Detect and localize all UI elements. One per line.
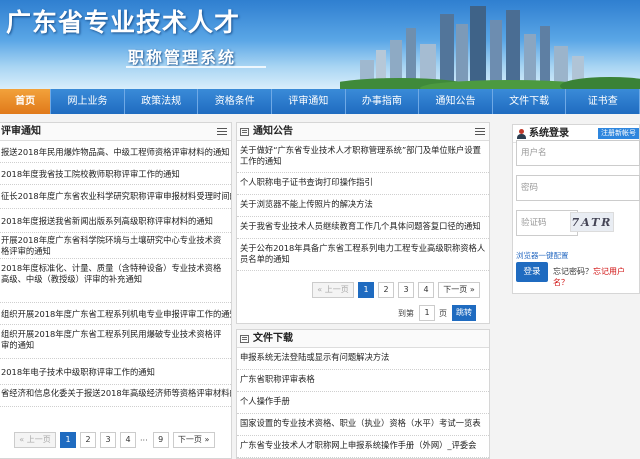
review-notice-title: 评审通知 (1, 126, 41, 137)
list-item[interactable]: 关于公布2018年具备广东省工程系列电力工程专业高级职称资格人员名单的通知 (237, 239, 489, 271)
forgot-links: 忘记密码？忘记用户名？ (553, 266, 640, 288)
list-item[interactable]: 省经济和信息化委关于报送2018年高级经济师等资格评审材料的 (0, 385, 231, 407)
pager-next-button[interactable]: 下一页 » (172, 432, 215, 448)
password-field[interactable]: 密码 (516, 175, 640, 201)
list-item[interactable]: 2018年电子技术中级职称评审工作的通知 (0, 359, 231, 385)
announcements-goto: 到第 1 页 跳转 (398, 305, 480, 321)
pager-page-button[interactable]: 1 (358, 282, 374, 298)
pager-page-button[interactable]: 9 (152, 432, 169, 448)
nav-qualifications[interactable]: 资格条件 (198, 89, 273, 114)
list-item[interactable]: 报送2018年民用爆炸物品高、中级工程师资格评审材料的通知 (0, 141, 231, 163)
site-banner: 广东省专业技术人才 职称管理系统 (0, 0, 640, 89)
pager-prev-button[interactable]: « 上一页 (312, 282, 354, 298)
list-item[interactable]: 关于我省专业技术人员继续教育工作几个具体问题答复口径的通知 (237, 217, 489, 239)
main-nav: 首页 网上业务 政策法规 资格条件 评审通知 办事指南 通知公告 文件下载 证书… (0, 89, 640, 114)
list-item[interactable]: 2018年度标准化、计量、质量（含特种设备）专业技术资格高级、中级（教授级）评审… (0, 259, 231, 303)
pager-page-button[interactable]: 1 (60, 432, 76, 448)
login-button[interactable]: 登录 (516, 262, 548, 282)
nav-online-business[interactable]: 网上业务 (51, 89, 125, 114)
review-notice-panel: 评审通知 报送2018年民用爆炸物品高、中级工程师资格评审材料的通知 2018年… (0, 122, 232, 459)
list-item[interactable]: 组织开展2018年度广东省工程系列民用爆破专业技术资格评审的通知 (0, 325, 231, 359)
list-item[interactable]: 广东省专业技术人才职称网上申报系统操作手册（外网）_评委会 (237, 436, 489, 458)
announcements-pager: « 上一页 1 2 3 4 下一页 » (312, 282, 484, 298)
list-item[interactable]: 个人职称电子证书查询打印操作指引 (237, 173, 489, 195)
list-item[interactable]: 开展2018年度广东省科学院环境与土壤研究中心专业技术资格评审的通知 (0, 233, 231, 259)
register-button[interactable]: 注册新帐号 (598, 128, 639, 139)
forgot-password-link[interactable]: 忘记密码？ (553, 267, 593, 276)
site-title: 广东省专业技术人才 (6, 8, 241, 37)
review-notice-header: 评审通知 (0, 123, 231, 141)
goto-label: 到第 (398, 308, 414, 318)
list-item[interactable]: 申报系统无法登陆或显示有问题解决方法 (237, 348, 489, 370)
captcha-field[interactable]: 验证码 (516, 210, 578, 236)
pager-ellipsis: ··· (140, 435, 148, 445)
user-icon (517, 129, 526, 139)
browser-config-link[interactable]: 浏览器一键配置 (516, 250, 569, 261)
nav-home[interactable]: 首页 (0, 89, 52, 114)
downloads-header: 文件下载 (237, 330, 489, 348)
username-field[interactable]: 用户名 (516, 140, 640, 166)
nav-review-notice[interactable]: 评审通知 (272, 89, 346, 114)
pager-page-button[interactable]: 2 (378, 282, 394, 298)
nav-certificate[interactable]: 证书查 (566, 89, 640, 114)
system-subtitle: 职称管理系统 (128, 48, 237, 67)
nav-policies[interactable]: 政策法规 (125, 89, 199, 114)
list-item[interactable]: 个人操作手册 (237, 392, 489, 414)
nav-announcements[interactable]: 通知公告 (419, 89, 493, 114)
announcements-header: 通知公告 (237, 123, 489, 141)
subtitle-underline (126, 66, 266, 68)
announcements-title: 通知公告 (253, 126, 293, 137)
document-icon (240, 335, 249, 343)
list-item[interactable]: 征长2018年度广东省农业科学研究职称评审申报材料受理时间的 (0, 185, 231, 209)
list-item[interactable]: 广东省职称评审表格 (237, 370, 489, 392)
pager-prev-button[interactable]: « 上一页 (14, 432, 56, 448)
nav-guide[interactable]: 办事指南 (346, 89, 420, 114)
pager-next-button[interactable]: 下一页 » (438, 282, 480, 298)
notice-icon (240, 128, 249, 136)
list-item[interactable]: 2018年度报送我省新闻出版系列高级职称评审材料的通知 (0, 209, 231, 233)
more-list-icon[interactable] (475, 128, 485, 136)
list-item[interactable]: 国家设置的专业技术资格、职业（执业）资格（水平）考试一览表 (237, 414, 489, 436)
city-skyline-graphic (340, 6, 640, 89)
downloads-title: 文件下载 (253, 333, 293, 344)
jump-button[interactable]: 跳转 (452, 305, 476, 321)
list-item[interactable]: 关于浏览器不能上传照片的解决方法 (237, 195, 489, 217)
more-list-icon[interactable] (217, 128, 227, 136)
downloads-panel: 文件下载 申报系统无法登陆或显示有问题解决方法 广东省职称评审表格 个人操作手册… (236, 329, 490, 459)
pager-page-button[interactable]: 3 (100, 432, 116, 448)
nav-downloads[interactable]: 文件下载 (493, 89, 567, 114)
goto-page-input[interactable]: 1 (419, 305, 435, 321)
pager-page-button[interactable]: 3 (398, 282, 414, 298)
pager-page-button[interactable]: 4 (418, 282, 434, 298)
captcha-image[interactable]: 7ATR (570, 212, 614, 232)
review-pager: « 上一页 1 2 3 4 ··· 9 下一页 » (14, 432, 219, 448)
pager-page-button[interactable]: 2 (80, 432, 96, 448)
page-unit-label: 页 (439, 308, 447, 318)
list-item[interactable]: 组织开展2018年度广东省工程系列机电专业申报评审工作的通知 (0, 303, 231, 325)
pager-page-button[interactable]: 4 (120, 432, 136, 448)
list-item[interactable]: 关于做好“广东省专业技术人才职称管理系统”部门及单位账户设置工作的通知 (237, 141, 489, 173)
list-item[interactable]: 2018年度我省技工院校教师职称评审工作的通知 (0, 163, 231, 185)
